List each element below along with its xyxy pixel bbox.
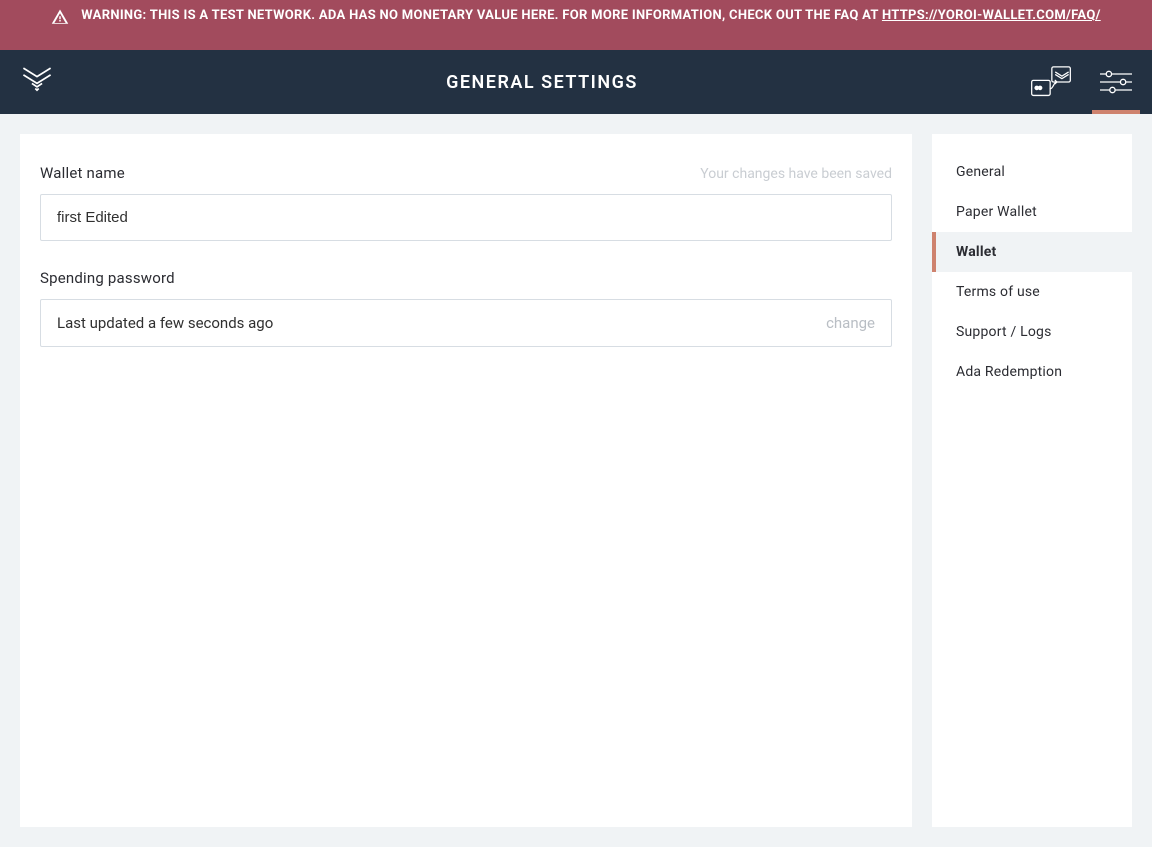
page-title: GENERAL SETTINGS (54, 72, 1030, 93)
topbar-actions (1030, 50, 1132, 114)
warning-link[interactable]: HTTPS://YOROI-WALLET.COM/FAQ/ (882, 8, 1101, 23)
sidebar-item-wallet[interactable]: Wallet (932, 232, 1132, 272)
sidebar-item-label: Ada Redemption (956, 364, 1062, 380)
sidebar-item-terms-of-use[interactable]: Terms of use (932, 272, 1132, 312)
warning-text: WARNING: THIS IS A TEST NETWORK. ADA HAS… (81, 6, 1100, 27)
sidebar-item-label: Wallet (956, 244, 996, 260)
wallet-name-input-wrapper (40, 194, 892, 241)
sidebar-item-label: Terms of use (956, 284, 1040, 300)
settings-sidebar: General Paper Wallet Wallet Terms of use… (932, 134, 1132, 827)
spending-password-row: Last updated a few seconds ago change (40, 299, 892, 347)
settings-button[interactable] (1100, 50, 1132, 114)
spending-password-status: Last updated a few seconds ago (57, 314, 273, 332)
warning-bar: WARNING: THIS IS A TEST NETWORK. ADA HAS… (0, 0, 1152, 50)
topbar: GENERAL SETTINGS (0, 50, 1152, 114)
sidebar-item-ada-redemption[interactable]: Ada Redemption (932, 352, 1132, 392)
sidebar-item-paper-wallet[interactable]: Paper Wallet (932, 192, 1132, 232)
content-area: Wallet name Your changes have been saved… (0, 114, 1152, 847)
warning-message: WARNING: THIS IS A TEST NETWORK. ADA HAS… (81, 8, 882, 23)
spending-password-group: Spending password Last updated a few sec… (40, 269, 892, 347)
sidebar-item-general[interactable]: General (932, 152, 1132, 192)
spending-password-label: Spending password (40, 269, 175, 287)
sidebar-item-support-logs[interactable]: Support / Logs (932, 312, 1132, 352)
sidebar-item-label: General (956, 164, 1005, 180)
wallet-switch-button[interactable] (1030, 50, 1072, 114)
main-panel: Wallet name Your changes have been saved… (20, 134, 912, 827)
sidebar-item-label: Paper Wallet (956, 204, 1037, 220)
wallet-name-group: Wallet name Your changes have been saved (40, 164, 892, 241)
warning-icon (51, 8, 69, 34)
change-password-link[interactable]: change (826, 314, 875, 332)
wallet-name-input[interactable] (57, 209, 875, 226)
saved-message: Your changes have been saved (700, 166, 892, 182)
app-logo-icon[interactable] (20, 63, 54, 101)
sidebar-item-label: Support / Logs (956, 324, 1052, 340)
wallet-name-label: Wallet name (40, 164, 125, 182)
